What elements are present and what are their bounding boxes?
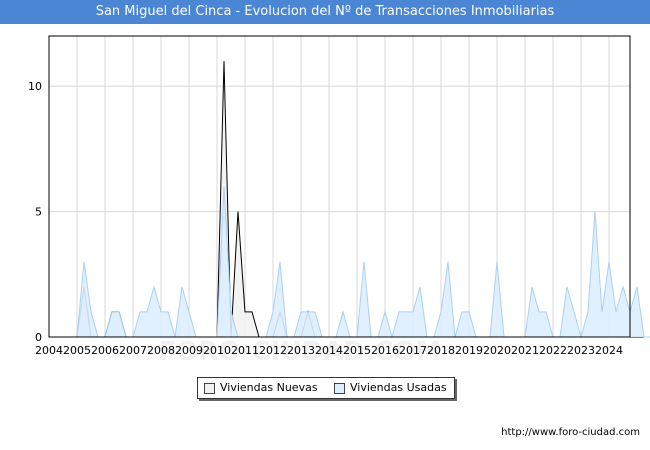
x-tick-label: 2021 <box>511 344 539 357</box>
x-tick-label: 2006 <box>91 344 119 357</box>
footer-url: http://www.foro-ciudad.com <box>501 427 640 438</box>
y-tick-label: 0 <box>35 331 42 344</box>
x-tick-label: 2007 <box>119 344 147 357</box>
grid-lines <box>48 36 630 338</box>
x-tick-label: 2013 <box>287 344 315 357</box>
x-tick-label: 2023 <box>567 344 595 357</box>
x-tick-label: 2017 <box>399 344 427 357</box>
plot-area <box>49 36 630 337</box>
x-tick-label: 2015 <box>343 344 371 357</box>
x-tick-label: 2022 <box>539 344 567 357</box>
legend-swatch-nuevas <box>204 383 215 394</box>
x-tick-label: 2019 <box>455 344 483 357</box>
legend: Viviendas Nuevas Viviendas Usadas <box>197 377 455 399</box>
y-tick-label: 10 <box>28 80 42 93</box>
x-tick-label: 2004 <box>35 344 63 357</box>
legend-label-usadas: Viviendas Usadas <box>350 381 447 394</box>
x-tick-label: 2011 <box>231 344 259 357</box>
legend-swatch-usadas <box>334 383 345 394</box>
x-tick-label: 2010 <box>203 344 231 357</box>
legend-label-nuevas: Viviendas Nuevas <box>220 381 318 394</box>
x-tick-label: 2014 <box>315 344 343 357</box>
x-tick-label: 2024 <box>595 344 623 357</box>
x-tick-label: 2018 <box>427 344 455 357</box>
y-tick-label: 5 <box>35 206 42 219</box>
x-tick-label: 2005 <box>63 344 91 357</box>
x-tick-label: 2016 <box>371 344 399 357</box>
x-tick-label: 2020 <box>483 344 511 357</box>
x-tick-label: 2008 <box>147 344 175 357</box>
x-tick-label: 2009 <box>175 344 203 357</box>
x-tick-label: 2012 <box>259 344 287 357</box>
